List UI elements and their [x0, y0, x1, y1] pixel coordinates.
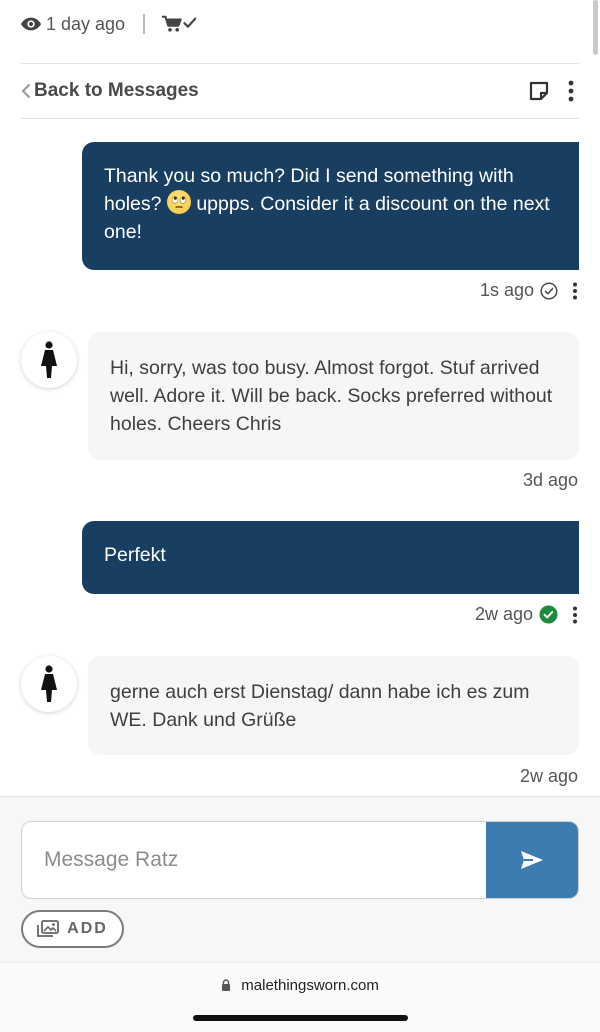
message-meta: 3d ago: [523, 470, 578, 491]
message-input[interactable]: [22, 822, 486, 898]
message-bubble-outgoing[interactable]: Thank you so much? Did I send something …: [82, 142, 579, 270]
send-icon: [521, 851, 543, 869]
add-label: ADD: [67, 920, 108, 937]
back-label: Back to Messages: [34, 80, 199, 101]
female-figure-icon: [41, 341, 57, 378]
header-actions: [528, 80, 574, 102]
conversation-header: Back to Messages: [20, 63, 580, 119]
message-time: 3d ago: [522, 470, 578, 490]
back-to-messages-link[interactable]: Back to Messages: [20, 80, 199, 102]
message-meta: 2w ago: [475, 604, 578, 625]
message-text: gerne auch erst Dienstag/ dann habe ich …: [110, 681, 530, 731]
sent-check-icon: [540, 281, 558, 300]
add-attachment-button[interactable]: ADD: [21, 910, 124, 948]
message-bubble-outgoing[interactable]: Perfekt: [82, 521, 579, 594]
female-figure-icon: [41, 665, 57, 702]
photos-icon: [37, 920, 60, 937]
note-icon[interactable]: [528, 80, 550, 102]
message-bubble-incoming[interactable]: gerne auch erst Dienstag/ dann habe ich …: [88, 656, 579, 755]
chevron-left-icon: [22, 84, 30, 98]
browser-url-bar[interactable]: malethingsworn.com: [0, 962, 600, 1032]
message-time: 1s ago: [479, 280, 534, 300]
read-check-icon: [539, 605, 558, 624]
message-time: 2w ago: [519, 766, 578, 786]
message-options-icon[interactable]: [572, 282, 578, 300]
lock-icon: [222, 979, 231, 991]
message-text: Perfekt: [104, 544, 166, 566]
listing-meta: 1 day ago: [20, 10, 197, 38]
avatar[interactable]: [21, 332, 77, 388]
divider: [143, 14, 146, 34]
rolling-eyes-emoji-icon: [166, 190, 191, 214]
message-meta: 1s ago: [480, 280, 578, 301]
message-options-icon[interactable]: [572, 606, 578, 624]
avatar[interactable]: [21, 656, 77, 712]
message-composer: [21, 821, 579, 899]
message-time: 2w ago: [474, 604, 533, 624]
message-bubble-incoming[interactable]: Hi, sorry, was too busy. Almost forgot. …: [88, 332, 579, 460]
send-button[interactable]: [486, 822, 578, 898]
eye-icon: [20, 17, 42, 31]
scrollbar[interactable]: [593, 0, 598, 55]
message-text: Hi, sorry, was too busy. Almost forgot. …: [110, 357, 553, 435]
views-time: 1 day ago: [46, 13, 126, 34]
message-meta: 2w ago: [520, 766, 578, 787]
home-indicator[interactable]: [193, 1015, 408, 1021]
message-composer-area: ADD: [0, 796, 600, 962]
url-text: malethingsworn.com: [241, 977, 379, 994]
more-options-icon[interactable]: [568, 80, 574, 102]
cart-check-icon: [161, 15, 197, 32]
url-display[interactable]: malethingsworn.com: [0, 977, 600, 994]
